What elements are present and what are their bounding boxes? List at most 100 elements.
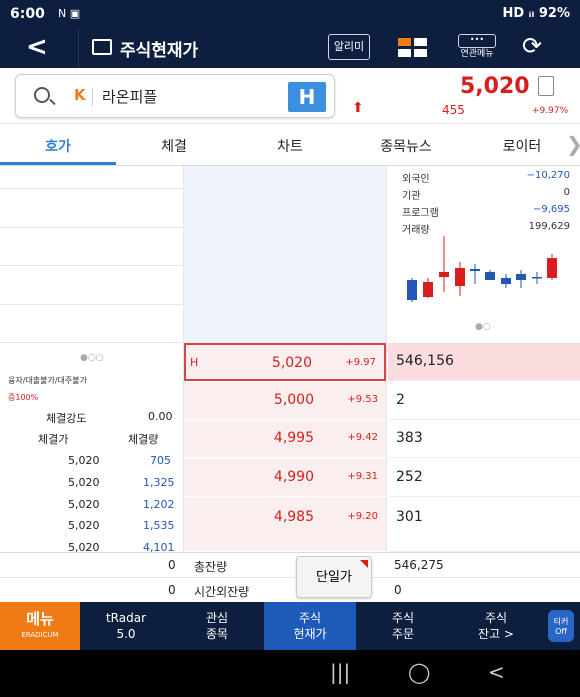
total-remaining-label: 총잔량 [194,560,228,574]
summary-divider [0,577,580,578]
ask-row[interactable]: 5,000 +9.53 [184,382,386,420]
candle-doji [470,269,480,271]
left-total-1: 0 [168,558,176,572]
order-book-summary: 0 0 총잔량 시간외잔량 546,275 0 [0,552,580,602]
recent-apps-icon[interactable]: ||| [330,660,350,684]
trade-qty: 1,535 [143,519,175,532]
info-label: 기관 [402,191,421,202]
document-icon[interactable] [538,76,554,96]
after-hours-value: 0 [394,583,402,597]
history-button[interactable]: H [288,82,326,112]
candle-down [501,278,511,284]
stock-name[interactable]: 라온피플 [102,86,157,107]
status-time: 6:00 [10,6,45,22]
ask-qty: 2 [396,392,405,408]
candle-up [547,258,557,278]
trade-qty: 1,325 [143,476,175,489]
grid-line [0,265,184,266]
back-nav-icon[interactable]: < [488,660,505,684]
single-price-button[interactable]: 단일가 [296,556,372,598]
left-total-2: 0 [168,583,176,597]
candle-down [516,274,526,280]
mini-candle-chart[interactable] [400,234,562,314]
search-row: K 라온피플 H ⬆ 5,020 455 +9.97% [0,68,580,124]
ask-rate: +9.31 [347,471,378,482]
refresh-icon[interactable]: ⟳ [522,32,542,60]
page-title: 주식현재가 [120,41,199,61]
status-left-icons: N ▣ [58,7,81,20]
bid-area-top [184,166,386,343]
grid-line [0,188,184,189]
ask-price: 4,985 [273,509,314,525]
main-menu-label: 메뉴 [26,610,54,628]
nav-balance[interactable]: 주식 잔고 > [450,602,542,650]
price-change: 455 [442,103,465,117]
trade-qty: 4,101 [143,541,175,552]
ask-rate: +9.42 [347,432,378,443]
ask-qty-row[interactable]: 252 [388,459,580,497]
related-menu-button[interactable]: ••• 연관메뉴 [456,34,498,62]
ask-qty: 301 [396,509,423,525]
badge-divider [92,88,93,106]
info-value: 0 [563,187,570,198]
ask-row[interactable]: 4,985 +9.20 [184,497,386,552]
tab-reuters[interactable]: 로이터 [472,136,572,156]
info-label: 프로그램 [402,208,439,219]
nav-current-price[interactable]: 주식 현재가 [264,602,356,650]
ask-qty-row[interactable]: 301 [388,497,580,552]
panel-page-dots[interactable]: ●○○ [80,353,104,363]
ask-price: 4,995 [273,430,314,446]
bottom-nav: 메뉴 ERADICUM tRadar 5.0 관심 종목 주식 현재가 주식 주… [0,602,580,650]
nav-tradar[interactable]: tRadar 5.0 [84,602,168,650]
trade-price: 5,020 [68,541,100,552]
trade-qty: 1,202 [143,498,175,511]
kosdaq-badge: K [74,86,86,104]
tab-hoga[interactable]: 호가 [8,136,108,156]
candle-up [455,268,465,286]
column-divider [386,166,387,602]
app-header: < 주식현재가 알리미 ••• 연관메뉴 ⟳ [0,28,580,68]
ask-qty-row[interactable]: 546,156 [388,343,580,381]
ask-price: 5,020 [271,355,312,371]
chevron-right-icon[interactable]: ❯ [566,132,580,156]
ask-rate: +9.20 [347,511,378,522]
alarm-button[interactable]: 알리미 [328,34,370,60]
chart-page-dots[interactable]: ●○ [475,322,491,332]
home-icon[interactable]: ◯ [408,660,430,684]
ask-price: 4,990 [273,469,314,485]
current-price: 5,020 [460,74,530,99]
main-menu-button[interactable]: 메뉴 ERADICUM [0,602,80,650]
after-hours-label: 시간외잔량 [194,585,250,599]
search-icon[interactable] [34,87,50,103]
change-percent: +9.97% [532,106,569,116]
ask-row[interactable]: 4,990 +9.31 [184,459,386,497]
tab-bar: 호가 체결 차트 종목뉴스 로이터 ❯ [0,124,580,166]
ask-row[interactable]: 4,995 +9.42 [184,420,386,458]
trade-price: 5,020 [68,519,100,532]
candle-down [407,280,417,300]
trade-restriction-flags: 융자/대출불가/대주불가 [8,376,87,385]
ask-qty-row[interactable]: 383 [388,420,580,458]
info-row-foreign: 외국인 −10,270 [402,170,570,185]
tab-trades[interactable]: 체결 [124,136,224,156]
ask-rate: +9.53 [347,394,378,405]
ask-qty-row[interactable]: 2 [388,382,580,420]
col-trade-qty: 체결량 [128,433,159,446]
info-label: 외국인 [402,174,430,185]
tab-chart[interactable]: 차트 [240,136,340,156]
strength-value: 0.00 [148,410,173,423]
ask-qty: 546,156 [396,353,454,369]
nav-order[interactable]: 주식 주문 [358,602,448,650]
stock-search-box[interactable]: K 라온피플 H [15,74,335,118]
candle-doji [532,277,542,279]
status-right: HD ᵢₗ 92% [502,6,570,21]
layout-grid-icon[interactable] [398,38,428,58]
back-button[interactable]: < [26,32,48,62]
tab-news[interactable]: 종목뉴스 [356,136,456,156]
ticker-off-toggle[interactable]: 티커 Off [548,610,574,642]
ask-rate: +9.97 [345,357,376,368]
ask-row-current[interactable]: H 5,020 +9.97 [184,343,386,381]
nav-watchlist[interactable]: 관심 종목 [172,602,262,650]
strength-label: 체결강도 [46,412,87,425]
grid-line [0,227,184,228]
